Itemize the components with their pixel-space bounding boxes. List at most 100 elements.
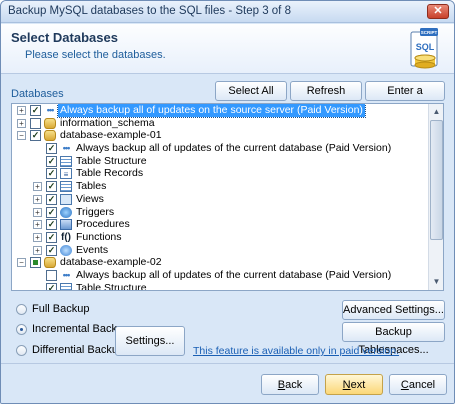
- tree-checkbox[interactable]: ✓: [46, 219, 57, 231]
- tree-item-label[interactable]: Tables: [74, 180, 108, 193]
- tree-row[interactable]: + ✓ ••• Always backup all of updates on the…: [12, 104, 430, 118]
- expand-icon[interactable]: +: [33, 220, 42, 230]
- tree-item-label[interactable]: Views: [74, 193, 106, 206]
- tree-checkbox[interactable]: ✓: [46, 231, 57, 243]
- procedures-icon: [60, 219, 72, 231]
- database-icon: [44, 117, 56, 129]
- tree-row[interactable]: − database-example-02: [12, 256, 430, 269]
- paid-version-link[interactable]: This feature is available only in paid v…: [193, 345, 399, 357]
- triggers-icon: [60, 206, 72, 218]
- tree-checkbox[interactable]: ✓: [46, 244, 57, 256]
- differential-backup-radio[interactable]: [16, 345, 27, 356]
- settings-button[interactable]: Settings...: [115, 326, 185, 356]
- scroll-up-icon[interactable]: ▲: [430, 105, 443, 119]
- table-records-icon: ≡: [60, 168, 72, 180]
- tree-item-label[interactable]: Table Records: [74, 167, 145, 180]
- advanced-settings-button[interactable]: Advanced Settings...: [342, 300, 445, 320]
- expand-icon[interactable]: +: [17, 106, 26, 115]
- close-button[interactable]: ✕: [427, 4, 449, 19]
- enter-database-button[interactable]: Enter a database: [365, 81, 445, 115]
- step-header: Select Databases Please select the datab…: [1, 24, 454, 74]
- scroll-down-icon[interactable]: ▼: [430, 275, 443, 289]
- tree-item-label[interactable]: Always backup all of updates of the curr…: [74, 142, 393, 155]
- expand-icon[interactable]: +: [33, 232, 42, 242]
- full-backup-label[interactable]: Full Backup: [32, 303, 89, 315]
- tree-checkbox[interactable]: [30, 257, 41, 269]
- tree-row[interactable]: + ✓ f() Functions: [12, 231, 430, 244]
- tree-item-label[interactable]: Table Structure: [74, 282, 149, 290]
- tree-item-label[interactable]: Events: [74, 244, 110, 257]
- tree-item-label[interactable]: database-example-02: [58, 256, 164, 269]
- dots-icon: •••: [46, 105, 54, 115]
- tree-row[interactable]: + ✓ Triggers: [12, 206, 430, 219]
- tree-row[interactable]: ✓ ≡ Table Records: [12, 167, 430, 180]
- expand-icon[interactable]: +: [33, 182, 42, 192]
- database-icon: [44, 130, 56, 142]
- tree-row[interactable]: ••• Always backup all of updates of the c…: [12, 269, 430, 282]
- tables-icon: [60, 181, 72, 193]
- tree-checkbox[interactable]: ✓: [46, 143, 57, 155]
- tree-item-label[interactable]: Procedures: [74, 218, 132, 231]
- tree-item-label[interactable]: Always backup all of updates of the curr…: [74, 269, 393, 282]
- database-tree[interactable]: + ✓ ••• Always backup all of updates on the…: [11, 103, 444, 291]
- databases-label: Databases: [11, 88, 64, 100]
- events-icon: [60, 244, 72, 256]
- back-button[interactable]: Back: [261, 374, 319, 395]
- tree-row[interactable]: + ✓ Tables: [12, 180, 430, 193]
- differential-backup-label[interactable]: Differential Backup: [32, 344, 124, 356]
- tree-item-label[interactable]: database-example-01: [58, 129, 164, 142]
- tree-checkbox[interactable]: [46, 269, 57, 281]
- views-icon: [60, 193, 72, 205]
- tree-row[interactable]: + ✓ Views: [12, 193, 430, 206]
- collapse-icon[interactable]: −: [17, 131, 26, 141]
- refresh-button[interactable]: Refresh: [290, 81, 362, 101]
- scroll-thumb[interactable]: [430, 120, 443, 240]
- tree-checkbox[interactable]: ✓: [46, 168, 57, 180]
- tree-row[interactable]: ✓ ••• Always backup all of updates of the …: [12, 142, 430, 155]
- tree-checkbox[interactable]: ✓: [30, 105, 41, 116]
- tree-item-label[interactable]: information_schema: [58, 117, 157, 130]
- expand-icon[interactable]: +: [33, 207, 42, 217]
- tree-checkbox[interactable]: [30, 117, 41, 129]
- dots-icon: •••: [62, 143, 70, 154]
- select-all-button[interactable]: Select All: [215, 81, 287, 101]
- next-button[interactable]: Next: [325, 374, 383, 395]
- tree-list: + ✓ ••• Always backup all of updates on the…: [12, 104, 430, 290]
- tree-checkbox[interactable]: ✓: [46, 181, 57, 193]
- tree-item-label[interactable]: Always backup all of updates on the sour…: [57, 104, 366, 118]
- tree-row[interactable]: − ✓ database-example-01: [12, 129, 430, 142]
- page-title: Select Databases: [11, 30, 118, 45]
- tree-item-label[interactable]: Table Structure: [74, 155, 149, 168]
- tree-item-label[interactable]: Triggers: [74, 206, 116, 219]
- cancel-button[interactable]: Cancel: [389, 374, 447, 395]
- expand-icon[interactable]: +: [17, 118, 26, 128]
- expand-icon[interactable]: +: [33, 245, 42, 255]
- dots-icon: •••: [62, 269, 70, 280]
- tree-row[interactable]: + ✓ Events: [12, 244, 430, 257]
- incremental-backup-radio[interactable]: [16, 324, 27, 335]
- tree-checkbox[interactable]: ✓: [46, 206, 57, 218]
- tree-checkbox[interactable]: ✓: [46, 155, 57, 167]
- database-icon: [44, 257, 56, 269]
- wizard-window: Backup MySQL databases to the SQL files …: [0, 0, 455, 404]
- title-bar[interactable]: Backup MySQL databases to the SQL files …: [1, 1, 454, 23]
- full-backup-radio[interactable]: [16, 304, 27, 315]
- tree-scrollbar[interactable]: ▲ ▼: [428, 104, 443, 290]
- logo-script-text: SCRIPT: [421, 30, 438, 35]
- sql-script-logo-icon: SCRIPT SQL: [410, 28, 438, 69]
- tree-row[interactable]: + information_schema: [12, 117, 430, 130]
- table-structure-icon: [60, 155, 72, 167]
- tree-checkbox[interactable]: ✓: [46, 193, 57, 205]
- tree-checkbox[interactable]: ✓: [30, 130, 41, 142]
- tree-row[interactable]: + ✓ Procedures: [12, 218, 430, 231]
- expand-icon[interactable]: +: [33, 194, 42, 204]
- tree-item-label[interactable]: Functions: [74, 231, 124, 244]
- window-title: Backup MySQL databases to the SQL files …: [8, 5, 291, 17]
- wizard-footer: Back Next Cancel: [1, 364, 454, 403]
- tree-row[interactable]: ✓ Table Structure: [12, 282, 430, 290]
- tree-checkbox[interactable]: ✓: [46, 282, 57, 290]
- page-subtitle: Please select the databases.: [25, 49, 166, 61]
- backup-tablespaces-button[interactable]: Backup Tablespaces...: [342, 322, 445, 356]
- collapse-icon[interactable]: −: [17, 258, 26, 268]
- tree-row[interactable]: ✓ Table Structure: [12, 155, 430, 168]
